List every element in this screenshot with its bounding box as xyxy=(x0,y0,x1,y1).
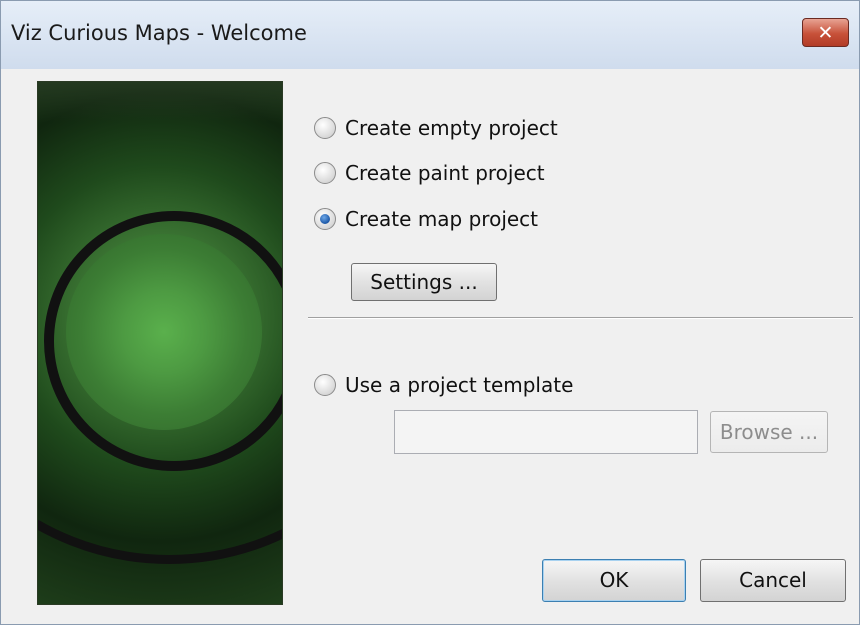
settings-button[interactable]: Settings ... xyxy=(351,263,497,301)
title-bar[interactable]: Viz Curious Maps - Welcome ✕ xyxy=(1,1,859,69)
ok-button[interactable]: OK xyxy=(542,559,686,602)
radio-button[interactable] xyxy=(314,374,336,396)
option-label: Create map project xyxy=(345,207,539,231)
cancel-button[interactable]: Cancel xyxy=(700,559,846,602)
radio-button[interactable] xyxy=(314,162,336,184)
template-path-field[interactable] xyxy=(394,410,698,454)
option-label: Create paint project xyxy=(345,161,545,185)
divider xyxy=(308,317,853,319)
option-create-empty-project[interactable]: Create empty project xyxy=(314,116,558,140)
close-button[interactable]: ✕ xyxy=(802,18,849,47)
browse-button[interactable]: Browse ... xyxy=(710,411,828,453)
radio-button[interactable] xyxy=(314,117,336,139)
radio-button-selected[interactable] xyxy=(314,208,336,230)
welcome-dialog: Viz Curious Maps - Welcome ✕ Create empt… xyxy=(0,0,860,625)
close-icon: ✕ xyxy=(817,22,834,44)
window-title: Viz Curious Maps - Welcome xyxy=(11,21,307,45)
option-create-map-project[interactable]: Create map project xyxy=(314,207,538,231)
option-label: Use a project template xyxy=(345,373,574,397)
option-create-paint-project[interactable]: Create paint project xyxy=(314,161,545,185)
banner-image xyxy=(37,81,283,605)
option-label: Create empty project xyxy=(345,116,558,140)
option-use-project-template[interactable]: Use a project template xyxy=(314,373,573,397)
